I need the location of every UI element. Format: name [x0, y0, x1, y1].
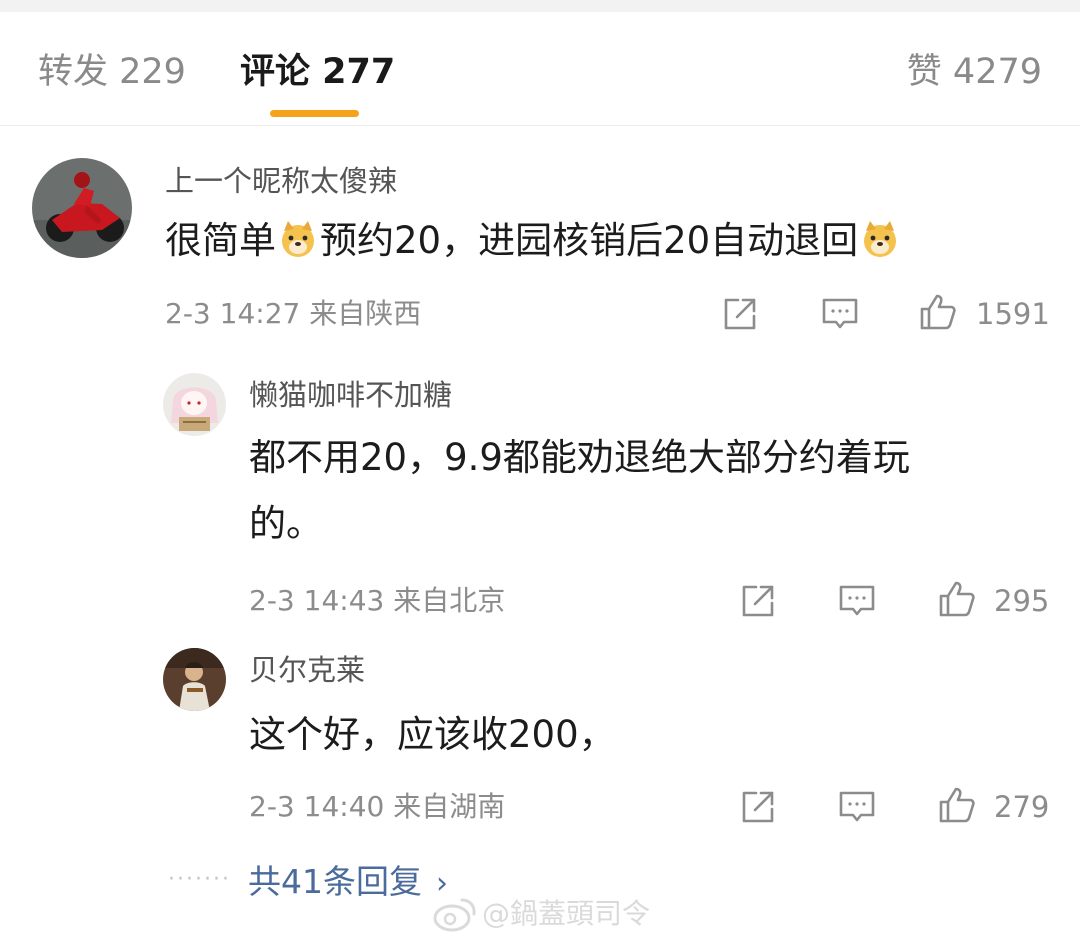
doge-emoji-icon: [860, 214, 900, 257]
like-icon[interactable]: [918, 292, 958, 332]
more-replies-dots: ·······: [168, 867, 231, 892]
reply-meta: 2-3 14:43 来自北京: [249, 584, 506, 617]
like-icon[interactable]: [937, 579, 977, 619]
tab-reposts[interactable]: 转发 229: [38, 48, 186, 96]
comment-text-part-1: 很简单: [165, 219, 276, 262]
like-icon[interactable]: [937, 785, 977, 825]
weibo-logo-icon: [433, 898, 476, 932]
comment-icon[interactable]: [837, 581, 877, 621]
share-icon[interactable]: [738, 581, 778, 621]
reply-username[interactable]: 懒猫咖啡不加糖: [249, 376, 452, 414]
share-icon[interactable]: [720, 294, 760, 334]
doge-emoji-icon: [278, 214, 318, 257]
like-count: 279: [994, 790, 1050, 824]
like-count: 1591: [976, 297, 1050, 331]
share-icon[interactable]: [738, 787, 778, 827]
reply-text: 都不用20，9.9都能劝退绝大部分约着玩 的。: [249, 425, 1039, 557]
reply-text-line: 的。: [249, 502, 323, 545]
reply-username[interactable]: 贝尔克莱: [249, 651, 365, 689]
more-replies-link[interactable]: 共41条回复 ›: [248, 860, 448, 906]
comment-icon[interactable]: [820, 294, 860, 334]
avatar[interactable]: [163, 648, 226, 711]
avatar[interactable]: [163, 373, 226, 436]
comment-text: 很简单 预约20，进园核销后20自动退回: [165, 208, 902, 274]
avatar[interactable]: [32, 158, 132, 258]
reply-text: 这个好，应该收200，: [249, 713, 616, 756]
watermark-text: @鍋蓋頭司令: [482, 897, 651, 930]
tab-likes[interactable]: 赞 4279: [907, 48, 1042, 96]
more-replies-label: 共41条回复: [248, 862, 422, 901]
comment-meta: 2-3 14:27 来自陕西: [165, 297, 422, 330]
comment-icon[interactable]: [837, 787, 877, 827]
reply-text-line: 都不用20，9.9都能劝退绝大部分约着玩: [249, 436, 910, 479]
comment-username[interactable]: 上一个昵称太傻辣: [165, 162, 397, 200]
tab-comments[interactable]: 评论 277: [240, 48, 395, 96]
active-tab-indicator: [270, 110, 359, 117]
comment-text-part-2: 预约20，进园核销后20自动退回: [320, 219, 859, 262]
top-strip: [0, 0, 1080, 12]
reply-meta: 2-3 14:40 来自湖南: [249, 790, 506, 823]
watermark: @鍋蓋頭司令: [432, 890, 692, 938]
tab-bar: 转发 229 评论 277 赞 4279: [0, 12, 1080, 126]
like-count: 295: [994, 584, 1050, 618]
